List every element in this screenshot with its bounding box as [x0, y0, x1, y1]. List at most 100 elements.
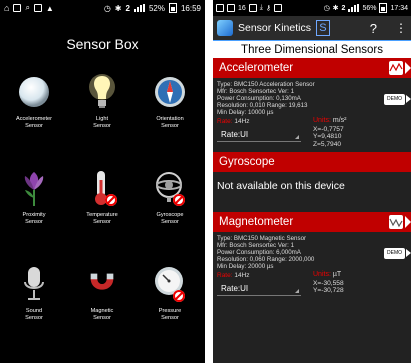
- rate-select[interactable]: Rate:UI: [217, 128, 301, 142]
- info-line: Min Delay: 10000 µs: [217, 109, 274, 116]
- graph-icon[interactable]: [389, 61, 403, 75]
- section-header: Three Dimensional Sensors: [213, 40, 411, 58]
- info-line: Mfr: Bosch Sensortec Ver: 1: [217, 242, 295, 249]
- magnetometer-title: Magnetometer: [219, 216, 294, 228]
- magnetometer-readout: Rate: 14Hz Units: µT Rate:UI X=-30,558 Y…: [213, 270, 411, 306]
- sensor-label-line1: Sound: [25, 308, 43, 314]
- lightbulb-icon: [85, 72, 119, 112]
- y-value: Y=-30,728: [313, 287, 344, 295]
- info-line: Power Consumption: 6,000mA: [217, 249, 301, 256]
- download-icon: ⤓: [259, 4, 263, 11]
- app-bar: Sensor Kinetics S ? ⋮: [213, 16, 411, 40]
- play-icon[interactable]: [405, 216, 411, 228]
- rate-value: 14Hz: [234, 118, 250, 125]
- app-title: Sensor Kinetics: [238, 22, 311, 34]
- magnetometer-header[interactable]: Magnetometer: [213, 212, 411, 232]
- sensor-box-screen: ⌂ ⌕ ▲ ◷ ✱ 2 52% 16:59 Sensor Box Acceler…: [0, 0, 205, 363]
- units-label: Units: m/s²: [313, 117, 346, 124]
- rate-value: 14Hz: [234, 272, 250, 279]
- screenshot-icon: [274, 4, 283, 12]
- sensor-tile-magnetic[interactable]: Magnetic Sensor: [68, 264, 136, 360]
- sensor-label-line1: Light: [95, 116, 109, 122]
- accelerometer-info: Type: BMC150 Acceleration Sensor Mfr: Bo…: [213, 78, 411, 116]
- sensor-tile-proximity[interactable]: Proximity Sensor: [0, 168, 68, 264]
- help-button[interactable]: ?: [370, 21, 377, 36]
- warning-icon: ▲: [45, 3, 54, 13]
- graph-icon[interactable]: [389, 215, 403, 229]
- sensor-label-line1: Accelerometer: [15, 116, 53, 122]
- y-value: Y=9,4810: [313, 133, 342, 141]
- units-label-text: Units:: [313, 271, 331, 278]
- sensor-tile-pressure[interactable]: Pressure Sensor: [136, 264, 204, 360]
- sensor-label-line2: Sensor: [25, 315, 43, 321]
- battery-percent: 56%: [362, 4, 377, 12]
- sensor-label-line2: Sensor: [93, 219, 111, 225]
- overflow-menu-button[interactable]: ⋮: [395, 21, 407, 35]
- x-value: X=-0,7757: [313, 126, 344, 133]
- message-icon: [216, 4, 224, 12]
- pressure-gauge-icon: [153, 264, 187, 304]
- sphere-icon: [17, 72, 51, 112]
- thermometer-icon: [85, 168, 119, 208]
- sensor-grid: Accelerometer Sensor Light Sensor Orientat…: [0, 72, 205, 360]
- z-value: Z=5,7940: [313, 140, 342, 148]
- sensor-label-line2: Sensor: [93, 315, 111, 321]
- sensor-label-line2: Sensor: [25, 123, 43, 129]
- units-label-text: Units:: [313, 117, 331, 124]
- sensor-tile-light[interactable]: Light Sensor: [68, 72, 136, 168]
- units-label: Units: µT: [313, 271, 341, 278]
- sensor-tile-orientation[interactable]: Orientation Sensor: [136, 72, 204, 168]
- alarm-icon: ◷: [103, 3, 111, 13]
- date-badge: 16: [238, 4, 246, 12]
- sensor-label-line1: Pressure: [158, 308, 182, 314]
- gyroscope-header[interactable]: Gyroscope: [213, 152, 411, 172]
- gyroscope-message: Not available on this device: [217, 180, 345, 192]
- sensor-label-line1: Proximity: [22, 212, 46, 218]
- status-bar: ⌂ ⌕ ▲ ◷ ✱ 2 52% 16:59: [0, 0, 205, 16]
- x-value: X=-30,558: [313, 280, 344, 287]
- gyroscope-icon: [153, 168, 187, 208]
- page-title: Sensor Box: [66, 36, 139, 52]
- magnetometer-info: Type: BMC150 Magnetic Sensor Mfr: Bosch …: [213, 232, 411, 270]
- sensor-label-line2: Sensor: [161, 315, 179, 321]
- accelerometer-title: Accelerometer: [219, 62, 294, 74]
- search-icon: ⌕: [25, 3, 30, 12]
- s-button[interactable]: S: [315, 20, 330, 36]
- rate-label-text: Rate:: [217, 272, 233, 279]
- accelerometer-readout: Rate: 14Hz Units: m/s² Rate:UI X=-0,7757…: [213, 116, 411, 152]
- calendar-icon: [248, 4, 257, 12]
- vibrate-icon: ✱: [114, 3, 122, 13]
- info-line: Resolution: 0,060 Range: 2000,000: [217, 256, 315, 263]
- info-line: Mfr: Bosch Sensortec Ver: 1: [217, 88, 295, 95]
- rate-label: Rate: 14Hz: [217, 272, 250, 279]
- sim-icon: 2: [125, 3, 130, 13]
- sensor-label-line2: Sensor: [93, 123, 111, 129]
- info-line: Type: BMC150 Acceleration Sensor: [217, 81, 315, 88]
- photo-icon: [33, 4, 42, 12]
- play-icon[interactable]: [405, 62, 411, 74]
- sensor-tile-accelerometer[interactable]: Accelerometer Sensor: [0, 72, 68, 168]
- sensor-tile-gyroscope[interactable]: Gyroscope Sensor: [136, 168, 204, 264]
- sensor-tile-temperature[interactable]: Temperature Sensor: [68, 168, 136, 264]
- screenshot-composite: ⌂ ⌕ ▲ ◷ ✱ 2 52% 16:59 Sensor Box Acceler…: [0, 0, 411, 363]
- sensor-label-line1: Orientation: [156, 116, 184, 122]
- battery-icon: [379, 3, 388, 13]
- alarm-icon: ◷: [323, 5, 330, 12]
- microphone-icon: [17, 264, 51, 304]
- demo-button[interactable]: DEMO: [384, 94, 411, 105]
- xyz-values: X=-0,7757 Y=9,4810 Z=5,7940: [313, 126, 344, 148]
- signal-icon: [348, 4, 360, 12]
- accelerometer-header[interactable]: Accelerometer: [213, 58, 411, 78]
- demo-button[interactable]: DEMO: [384, 248, 411, 259]
- gyroscope-title: Gyroscope: [219, 156, 275, 168]
- sensor-label-line2: Sensor: [161, 123, 179, 129]
- rate-select[interactable]: Rate:UI: [217, 282, 301, 296]
- info-line: Resolution: 0,010 Range: 19,613: [217, 102, 308, 109]
- units-value: µT: [332, 271, 342, 278]
- sensor-tile-sound[interactable]: Sound Sensor: [0, 264, 68, 360]
- sim-icon: 2: [341, 4, 346, 12]
- units-value: m/s²: [332, 117, 347, 124]
- sensor-label-line1: Gyroscope: [156, 212, 184, 218]
- wifi-icon: ⌂: [4, 3, 10, 13]
- battery-icon: [168, 3, 177, 13]
